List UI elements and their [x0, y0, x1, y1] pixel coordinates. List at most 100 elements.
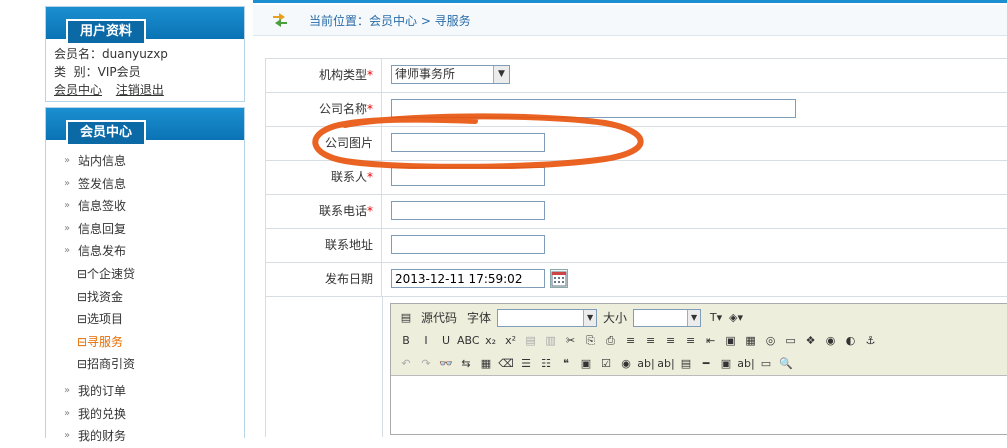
row-company-image: 公司图片	[266, 126, 1007, 160]
insert-tool-7-icon[interactable]: ☷	[537, 355, 555, 373]
menu-item-info-reply[interactable]: 信息回复	[46, 218, 244, 241]
insert-tool-19-icon[interactable]: 🔍	[777, 355, 795, 373]
row-contact: 联系人*	[266, 160, 1007, 194]
insert-tool-3-icon[interactable]: ⇆	[457, 355, 475, 373]
menu-item-site-messages[interactable]: 站内信息	[46, 150, 244, 173]
format-tool-17-icon[interactable]: ▦	[742, 332, 760, 350]
source-code-button[interactable]: 源代码	[421, 309, 457, 326]
editor-toolbar-row3: ↶ ↷ 👓 ⇆ ▦ ⌫ ☰ ☷ ❝ ▣ ☑ ◉ ab| ab| ▤ ━ ▣ ab| ▭ 🔍	[397, 352, 1007, 375]
format-tool-8-icon[interactable]: ✂	[562, 332, 580, 350]
insert-tool-18-icon[interactable]: ▭	[757, 355, 775, 373]
text-color-icon[interactable]: T▾	[707, 309, 725, 327]
required-mark: *	[367, 102, 373, 116]
format-tool-23-icon[interactable]: ⚓	[862, 332, 880, 350]
format-tool-14-icon[interactable]: ≡	[682, 332, 700, 350]
menu-item-my-finance[interactable]: 我的财务	[46, 425, 244, 448]
menu-item-issue-info[interactable]: 签发信息	[46, 173, 244, 196]
org-type-value: 律师事务所	[395, 67, 456, 81]
format-tool-16-icon[interactable]: ▣	[722, 332, 740, 350]
format-tool-10-icon[interactable]: ⎙	[602, 332, 620, 350]
service-form: 机构类型* 律师事务所 ▼ 公司名称* 公司图片 联系人* 联系电话* 联系地址…	[265, 58, 1007, 437]
phone-label: 联系电话	[318, 204, 367, 218]
menu-subitem-investment[interactable]: ⊟招商引资	[46, 353, 244, 376]
insert-tool-6-icon[interactable]: ☰	[517, 355, 535, 373]
insert-tool-10-icon[interactable]: ☑	[597, 355, 615, 373]
menu-subitem-choose-project[interactable]: ⊟选项目	[46, 308, 244, 331]
logout-link[interactable]: 注销退出	[116, 83, 164, 97]
contact-label: 联系人	[330, 170, 367, 184]
insert-tool-2-icon[interactable]: 👓	[437, 355, 455, 373]
menu-item-my-exchange[interactable]: 我的兑换	[46, 403, 244, 426]
date-input[interactable]	[391, 269, 545, 288]
insert-tool-12-icon[interactable]: ab|	[637, 355, 655, 373]
insert-tool-0-icon[interactable]: ↶	[397, 355, 415, 373]
calendar-icon[interactable]	[550, 269, 568, 288]
format-tool-1-icon[interactable]: I	[417, 332, 435, 350]
menu-subitem-loan[interactable]: ⊟个企速贷	[46, 263, 244, 286]
member-menu: 站内信息 签发信息 信息签收 信息回复 信息发布 ⊟个企速贷 ⊟找资金 ⊟选项目…	[46, 140, 244, 448]
format-tool-18-icon[interactable]: ◎	[762, 332, 780, 350]
member-center-link[interactable]: 会员中心	[54, 83, 102, 97]
format-tool-15-icon[interactable]: ⇤	[702, 332, 720, 350]
company-image-input[interactable]	[391, 133, 545, 152]
format-tool-9-icon[interactable]: ⎘	[582, 332, 600, 350]
format-tool-11-icon[interactable]: ≡	[622, 332, 640, 350]
format-tool-5-icon[interactable]: x²	[502, 332, 520, 350]
insert-tool-5-icon[interactable]: ⌫	[497, 355, 515, 373]
member-center-panel: 会员中心 站内信息 签发信息 信息签收 信息回复 信息发布 ⊟个企速贷 ⊟找资金…	[45, 107, 245, 447]
format-tool-2-icon[interactable]: U	[437, 332, 455, 350]
insert-tool-16-icon[interactable]: ▣	[717, 355, 735, 373]
format-tool-6-icon[interactable]: ▤	[522, 332, 540, 350]
format-tool-19-icon[interactable]: ▭	[782, 332, 800, 350]
insert-tool-14-icon[interactable]: ▤	[677, 355, 695, 373]
row-company-name: 公司名称*	[266, 92, 1007, 126]
format-tool-3-icon[interactable]: ABC	[457, 332, 480, 350]
insert-tool-13-icon[interactable]: ab|	[657, 355, 675, 373]
required-mark: *	[367, 68, 373, 82]
editor-toolbar-row2: B I U ABC x₂ x² ▤ ▥ ✂ ⎘ ⎙ ≡ ≡ ≡ ≡ ⇤ ▣ ▦ ◎ ▭ ❖ ◉ ◐ ⚓	[397, 329, 1007, 352]
font-label: 字体	[467, 311, 492, 325]
format-tool-20-icon[interactable]: ❖	[802, 332, 820, 350]
rich-text-editor: ▤ 源代码 字体 ▼ 大小 ▼ T▾ ◈▾ B I U ABC x₂ x² ▤ ▥ ✂ ⎘ ⎙ ≡ ≡ ≡…	[390, 303, 1007, 435]
insert-tool-9-icon[interactable]: ▣	[577, 355, 595, 373]
org-type-select[interactable]: 律师事务所 ▼	[391, 65, 510, 84]
row-phone: 联系电话*	[266, 194, 1007, 228]
insert-tool-11-icon[interactable]: ◉	[617, 355, 635, 373]
format-tool-13-icon[interactable]: ≡	[662, 332, 680, 350]
background-color-icon[interactable]: ◈▾	[727, 309, 745, 327]
insert-tool-17-icon[interactable]: ab|	[737, 355, 755, 373]
menu-item-info-receipt[interactable]: 信息签收	[46, 195, 244, 218]
source-code-icon[interactable]: ▤	[397, 309, 415, 327]
member-center-title: 会员中心	[66, 120, 147, 144]
menu-subitem-find-funds[interactable]: ⊟找资金	[46, 286, 244, 309]
format-tool-21-icon[interactable]: ◉	[822, 332, 840, 350]
size-label: 大小	[603, 311, 628, 325]
breadcrumb-text: 当前位置：会员中心 > 寻服务	[309, 14, 471, 28]
format-tool-7-icon[interactable]: ▥	[542, 332, 560, 350]
contact-input[interactable]	[391, 167, 545, 186]
breadcrumb: 当前位置：会员中心 > 寻服务	[253, 5, 1007, 36]
format-tool-0-icon[interactable]: B	[397, 332, 415, 350]
profile-panel-title: 用户资料	[66, 19, 147, 43]
menu-subitem-find-service[interactable]: ⊟寻服务	[46, 331, 244, 354]
format-tool-12-icon[interactable]: ≡	[642, 332, 660, 350]
insert-tool-15-icon[interactable]: ━	[697, 355, 715, 373]
menu-item-my-orders[interactable]: 我的订单	[46, 380, 244, 403]
insert-tool-1-icon[interactable]: ↷	[417, 355, 435, 373]
row-date: 发布日期	[266, 262, 1007, 296]
insert-tool-4-icon[interactable]: ▦	[477, 355, 495, 373]
required-mark: *	[367, 204, 373, 218]
menu-item-info-publish[interactable]: 信息发布	[46, 240, 244, 263]
breadcrumb-arrows-icon	[273, 13, 287, 27]
font-select[interactable]: ▼	[497, 308, 598, 327]
address-input[interactable]	[391, 235, 545, 254]
format-tool-4-icon[interactable]: x₂	[482, 332, 500, 350]
phone-input[interactable]	[391, 201, 545, 220]
size-select[interactable]: ▼	[633, 308, 702, 327]
insert-tool-8-icon[interactable]: ❝	[557, 355, 575, 373]
top-accent-line	[253, 0, 1007, 3]
company-name-input[interactable]	[391, 99, 796, 118]
date-label: 发布日期	[266, 263, 382, 296]
format-tool-22-icon[interactable]: ◐	[842, 332, 860, 350]
chevron-down-icon: ▼	[493, 66, 509, 83]
